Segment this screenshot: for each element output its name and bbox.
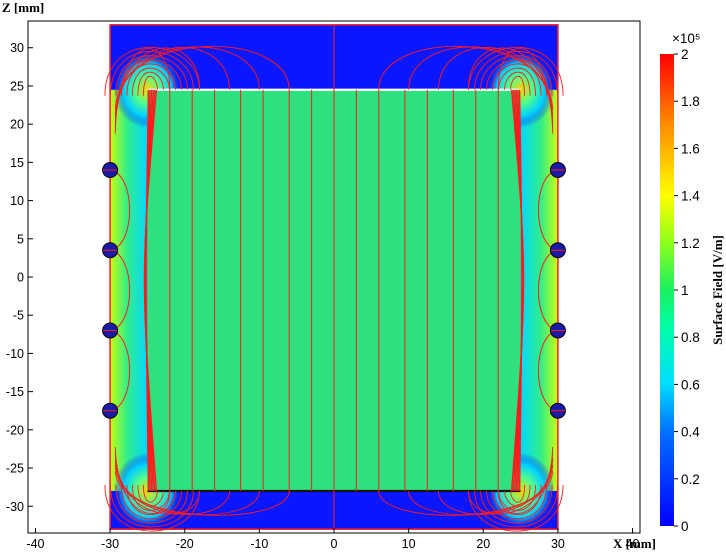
x-tick-label: 0: [331, 537, 338, 551]
colorbar-ticks: 2 1.8 1.6 1.4 1.2 1 0.8 0.6 0.4 0.2 0: [674, 47, 700, 534]
x-tick-label: 10: [402, 537, 416, 551]
colorbar: [660, 54, 674, 526]
x-tick-label: -10: [250, 537, 268, 551]
y-tick-label: 0: [17, 271, 24, 285]
colorbar-tick-label: 0.2: [681, 472, 700, 487]
x-tick-label: 20: [476, 537, 490, 551]
y-tick-label: -25: [6, 462, 24, 476]
colorbar-tick-label: 1.4: [681, 189, 700, 204]
field-plot: -40 -30 -20 -10 0 10 20 30 40 302520151050-5-10-…: [2, 0, 725, 551]
right-gap-field: [520, 89, 558, 491]
colorbar-tick-label: 1.8: [681, 94, 700, 109]
y-tick-label: -20: [6, 423, 24, 437]
x-tick-label: -30: [101, 537, 119, 551]
y-tick-label: -5: [13, 309, 24, 323]
left-gap-field: [110, 89, 148, 491]
colorbar-tick-label: 1.2: [681, 236, 700, 251]
y-tick-label: 5: [17, 232, 24, 246]
colorbar-tick-label: 0.6: [681, 377, 700, 392]
x-tick-label: 30: [551, 537, 565, 551]
y-tick-label: 20: [10, 118, 24, 132]
y-tick-label: 10: [10, 194, 24, 208]
colorbar-tick-label: 2: [681, 47, 689, 62]
colorbar-tick-label: 1.6: [681, 141, 700, 156]
colorbar-tick-label: 1: [681, 283, 689, 298]
colorbar-label: Surface Field [V/m]: [710, 235, 725, 345]
y-tick-label: -15: [6, 385, 24, 399]
y-tick-label: 15: [10, 156, 24, 170]
colorbar-multiplier: ×10⁵: [672, 31, 701, 46]
y-tick-label: 25: [10, 79, 24, 93]
x-axis-label: X [mm]: [613, 536, 656, 551]
colorbar-tick-label: 0: [681, 519, 689, 534]
x-tick-label: -40: [26, 537, 44, 551]
x-tick-label: -20: [176, 537, 194, 551]
y-tick-label: -30: [6, 500, 24, 514]
y-tick-label: 30: [10, 41, 24, 55]
colorbar-tick-label: 0.4: [681, 425, 700, 440]
y-axis-label: Z [mm]: [2, 0, 44, 15]
colorbar-tick-label: 0.8: [681, 330, 700, 345]
y-tick-label: -10: [6, 347, 24, 361]
